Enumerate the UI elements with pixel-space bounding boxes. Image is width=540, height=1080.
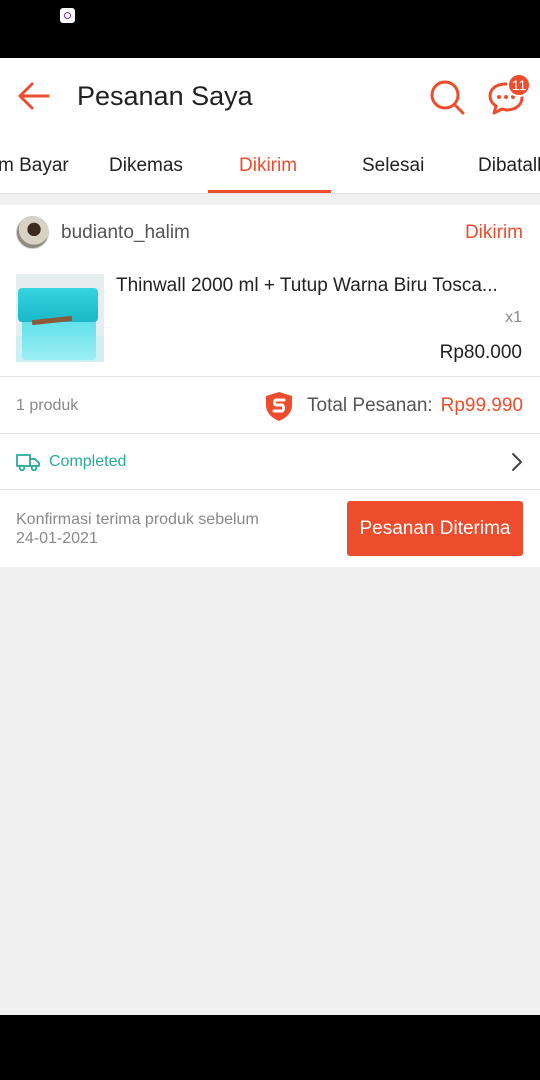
- shipping-status-row[interactable]: Completed: [0, 434, 540, 490]
- order-status: Dikirim: [464, 222, 523, 243]
- active-tab-indicator: [208, 190, 331, 193]
- status-bar: [0, 0, 540, 58]
- chat-badge: 11: [507, 73, 531, 97]
- shop-avatar[interactable]: [16, 216, 49, 249]
- product-name[interactable]: Thinwall 2000 ml + Tutup Warna Biru Tosc…: [116, 275, 516, 297]
- confirm-text: Konfirmasi terima produk sebelum: [16, 511, 259, 528]
- chevron-right-icon: [510, 452, 524, 472]
- search-icon[interactable]: [426, 76, 468, 118]
- product-price: Rp80.000: [439, 342, 522, 363]
- shop-name[interactable]: budianto_halim: [61, 222, 190, 244]
- shipping-status-text: Completed: [49, 453, 127, 470]
- product-quantity: x1: [505, 309, 522, 326]
- tab-belum-bayar[interactable]: m Bayar: [0, 138, 69, 193]
- total-label: Total Pesanan:: [307, 395, 433, 416]
- page-title: Pesanan Saya: [77, 81, 253, 111]
- product-thumbnail[interactable]: [16, 274, 104, 362]
- divider: [0, 489, 540, 490]
- app-bar: Pesanan Saya: [0, 58, 540, 138]
- order-received-button[interactable]: Pesanan Diterima: [347, 501, 523, 556]
- tab-selesai[interactable]: Selesai: [362, 138, 424, 193]
- navigation-bar: [0, 1015, 540, 1080]
- tab-dikemas[interactable]: Dikemas: [109, 138, 183, 193]
- truck-icon: [16, 452, 40, 472]
- product-count: 1 produk: [16, 397, 79, 414]
- order-tabs: m Bayar Dikemas Dikirim Selesai Dibatalk: [0, 138, 540, 194]
- app-notification-icon: [60, 8, 75, 23]
- tab-dikirim[interactable]: Dikirim: [239, 138, 297, 193]
- back-arrow-icon[interactable]: [14, 78, 54, 118]
- confirm-date: 24-01-2021: [16, 530, 98, 547]
- divider: [0, 376, 540, 377]
- order-card[interactable]: budianto_halim Dikirim Thinwall 2000 ml …: [0, 205, 540, 567]
- total-value: Rp99.990: [440, 395, 523, 416]
- shield-icon: [263, 390, 295, 422]
- tab-dibatalkan[interactable]: Dibatalk: [478, 138, 540, 193]
